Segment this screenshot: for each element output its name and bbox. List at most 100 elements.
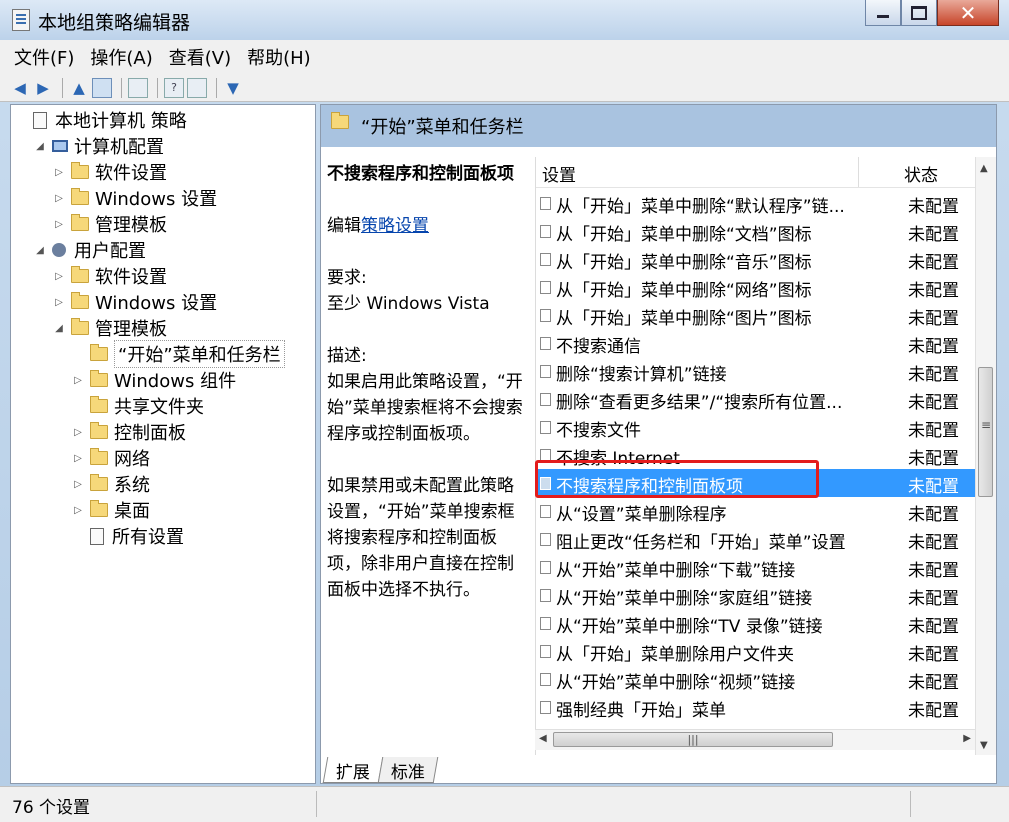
setting-row[interactable]: 强制经典「开始」菜单 未配置	[536, 693, 976, 721]
tree-item-label: 用户配置	[74, 241, 146, 262]
setting-name: 不搜索文件	[556, 421, 641, 441]
description-label: 描述:	[327, 346, 367, 366]
expand-arrow-icon[interactable]: ▷	[72, 453, 84, 464]
maximize-button[interactable]	[901, 0, 937, 26]
tab-standard[interactable]: 标准	[377, 757, 439, 783]
filter-icon[interactable]: ▼	[223, 78, 243, 98]
vertical-scrollbar[interactable]: ▲ ▼	[975, 157, 996, 755]
tree-item[interactable]: ▷ 系统	[72, 471, 150, 497]
setting-row[interactable]: 阻止更改“任务栏和「开始」菜单”设置 未配置	[536, 525, 976, 553]
setting-row[interactable]: 从“开始”菜单中删除“视频”链接 未配置	[536, 665, 976, 693]
policy-setting-icon	[540, 505, 551, 518]
expand-arrow-icon[interactable]: ▷	[53, 193, 65, 204]
back-icon[interactable]: ◀	[10, 78, 30, 98]
setting-row[interactable]: 从「开始」菜单中删除“默认程序”链... 未配置	[536, 189, 976, 217]
expand-arrow-icon[interactable]: ◢	[34, 245, 46, 256]
tree-item[interactable]: ▷ 网络	[72, 445, 150, 471]
setting-name: 从「开始」菜单中删除“音乐”图标	[556, 253, 812, 273]
tree-item[interactable]: ▷ 软件设置	[53, 263, 167, 289]
expand-arrow-icon[interactable]: ▷	[72, 479, 84, 490]
tree-item[interactable]: ◢ 用户配置	[34, 237, 146, 263]
help-icon[interactable]: ?	[164, 77, 184, 98]
edit-policy-link[interactable]: 策略设置	[361, 216, 429, 236]
description-text-1: 如果启用此策略设置，“开始”菜单搜索框将不会搜索程序或控制面板项。	[327, 372, 523, 444]
tree-item[interactable]: ▷ Windows 设置	[53, 185, 217, 211]
policy-tree[interactable]: 本地计算机 策略 ◢ 计算机配置 ▷ 软件设置 ▷ Windows 设置 ▷ 管理模板 ◢ 用户配置…	[10, 104, 316, 784]
policy-description: 不搜索程序和控制面板项 编辑策略设置 要求: 至少 Windows Vista 描…	[327, 161, 527, 629]
setting-row[interactable]: 不搜索通信 未配置	[536, 329, 976, 357]
tree-item[interactable]: ▷ 软件设置	[53, 159, 167, 185]
tree-item[interactable]: 共享文件夹	[72, 393, 204, 419]
column-header-setting[interactable]: 设置	[542, 161, 576, 186]
column-header-state[interactable]: 状态	[904, 161, 938, 186]
up-folder-icon[interactable]: ▲	[69, 78, 89, 98]
policy-setting-icon	[540, 701, 551, 714]
scroll-left-icon[interactable]: ◀	[539, 733, 547, 744]
minimize-button[interactable]	[865, 0, 901, 26]
expand-arrow-icon[interactable]: ▷	[53, 297, 65, 308]
expand-arrow-icon[interactable]: ▷	[53, 167, 65, 178]
setting-row[interactable]: 删除“查看更多结果”/“搜索所有位置... 未配置	[536, 385, 976, 413]
tree-item[interactable]: 本地计算机 策略	[15, 107, 187, 133]
scroll-right-icon[interactable]: ▶	[963, 733, 971, 744]
setting-row[interactable]: 从「开始」菜单中删除“网络”图标 未配置	[536, 273, 976, 301]
folder-icon	[90, 396, 108, 413]
menu-file[interactable]: 文件(F)	[0, 44, 82, 70]
setting-row[interactable]: 从「开始」菜单中删除“图片”图标 未配置	[536, 301, 976, 329]
setting-row[interactable]: 从「开始」菜单中删除“文档”图标 未配置	[536, 217, 976, 245]
setting-state: 未配置	[908, 589, 959, 609]
expand-arrow-icon[interactable]: ▷	[72, 375, 84, 386]
expand-arrow-icon[interactable]: ▷	[53, 219, 65, 230]
setting-row[interactable]: 从「开始」菜单删除用户文件夹 未配置	[536, 637, 976, 665]
setting-state: 未配置	[908, 701, 959, 721]
tree-item-label: 所有设置	[112, 527, 184, 548]
setting-row[interactable]: 从“设置”菜单删除程序 未配置	[536, 497, 976, 525]
tree-item[interactable]: ▷ 桌面	[72, 497, 150, 523]
setting-row[interactable]: 不搜索文件 未配置	[536, 413, 976, 441]
folder-icon	[71, 188, 89, 205]
forward-icon[interactable]: ▶	[33, 78, 53, 98]
setting-row[interactable]: 从“开始”菜单中删除“TV 录像”链接 未配置	[536, 609, 976, 637]
setting-state: 未配置	[908, 365, 959, 385]
setting-row[interactable]: 从“开始”菜单中删除“家庭组”链接 未配置	[536, 581, 976, 609]
setting-row[interactable]: 从“开始”菜单中删除“下载”链接 未配置	[536, 553, 976, 581]
show-hide-tree-icon[interactable]	[92, 77, 112, 98]
setting-name: 从“开始”菜单中删除“下载”链接	[556, 561, 796, 581]
close-button[interactable]: ✕	[937, 0, 999, 26]
tree-item[interactable]: ◢ 管理模板	[53, 315, 167, 341]
menu-view[interactable]: 查看(V)	[161, 44, 239, 70]
expand-arrow-icon[interactable]: ▷	[72, 505, 84, 516]
user-icon	[52, 243, 66, 257]
expand-arrow-icon[interactable]: ◢	[53, 323, 65, 334]
properties-icon[interactable]	[187, 77, 207, 98]
setting-row[interactable]: 删除“搜索计算机”链接 未配置	[536, 357, 976, 385]
scroll-down-icon[interactable]: ▼	[980, 740, 988, 751]
description-block-2: 如果禁用或未配置此策略设置，“开始”菜单搜索框将搜索程序和控制面板项，除非用户直…	[327, 473, 527, 603]
horizontal-scroll-thumb[interactable]: |||	[553, 732, 833, 747]
expand-arrow-icon[interactable]: ◢	[34, 141, 46, 152]
column-divider[interactable]	[858, 157, 859, 187]
tree-item[interactable]: 所有设置	[72, 523, 184, 549]
vertical-scroll-thumb[interactable]	[978, 367, 993, 497]
export-list-icon[interactable]	[128, 77, 148, 98]
tree-item[interactable]: ▷ Windows 设置	[53, 289, 217, 315]
horizontal-scrollbar[interactable]: ◀ ||| ▶	[535, 729, 975, 750]
tree-item[interactable]: ▷ Windows 组件	[72, 367, 236, 393]
menu-help[interactable]: 帮助(H)	[239, 44, 319, 70]
tree-item[interactable]: ▷ 控制面板	[72, 419, 186, 445]
setting-name: 从“开始”菜单中删除“家庭组”链接	[556, 589, 813, 609]
tree-item[interactable]: ▷ 管理模板	[53, 211, 167, 237]
tree-item[interactable]: “开始”菜单和任务栏	[72, 340, 285, 368]
tree-item-label: 网络	[114, 449, 150, 470]
toolbar-separator	[216, 77, 217, 98]
title-bar[interactable]: 本地组策略编辑器 ✕	[0, 0, 1009, 40]
tab-extended[interactable]: 扩展	[322, 757, 384, 783]
policy-setting-icon	[540, 645, 551, 658]
expand-arrow-icon[interactable]: ▷	[72, 427, 84, 438]
settings-list[interactable]: 设置 状态 从「开始」菜单中删除“默认程序”链... 未配置 从「开始」菜单中删除“…	[535, 157, 976, 755]
setting-row[interactable]: 从「开始」菜单中删除“音乐”图标 未配置	[536, 245, 976, 273]
expand-arrow-icon[interactable]: ▷	[53, 271, 65, 282]
tree-item[interactable]: ◢ 计算机配置	[34, 133, 164, 159]
menu-action[interactable]: 操作(A)	[82, 44, 160, 70]
scroll-up-icon[interactable]: ▲	[980, 163, 988, 174]
